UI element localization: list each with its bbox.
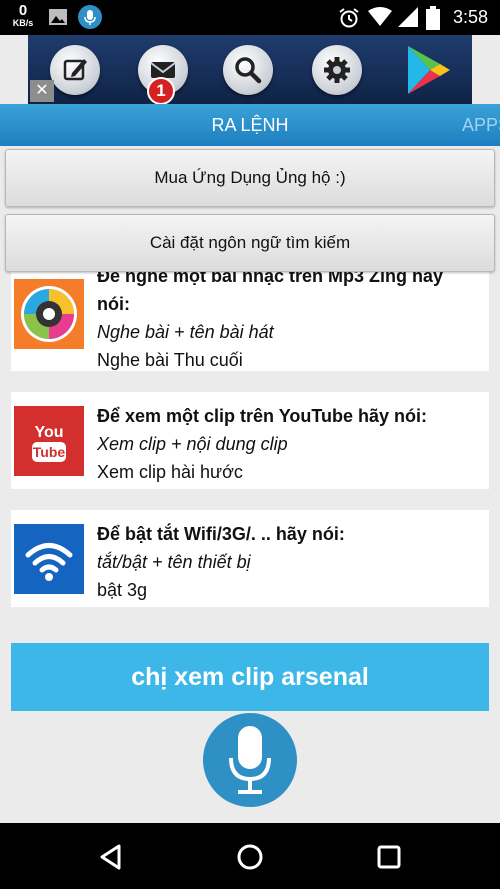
notification-badge: 1 xyxy=(147,77,175,105)
card-title-cont: nói: xyxy=(97,294,130,314)
zing-mp3-card: Để nghe một bài nhạc trên Mp3 Zing hãy n… xyxy=(11,265,489,371)
tab-commands[interactable]: RA LỆNH xyxy=(0,104,500,146)
card-example: Xem clip hài hước xyxy=(97,462,243,482)
zing-mp3-card-text: Để nghe một bài nhạc trên Mp3 Zing hãy n… xyxy=(97,265,477,371)
wifi-card: Để bật tắt Wifi/3G/. .. hãy nói: tắt/bật… xyxy=(11,510,489,607)
microphone-icon xyxy=(229,726,271,794)
gear-icon xyxy=(324,57,350,83)
tab-bar: RA LỆNH APPS xyxy=(0,104,500,146)
search-language-button[interactable]: Cài đặt ngôn ngữ tìm kiếm xyxy=(5,214,495,272)
zing-mp3-icon xyxy=(14,279,84,349)
youtube-icon: You Tube xyxy=(14,406,84,476)
card-pattern: Nghe bài + tên bài hát xyxy=(97,322,274,342)
search-icon xyxy=(235,57,262,84)
play-store-icon[interactable] xyxy=(402,44,456,96)
svg-text:You: You xyxy=(34,424,63,441)
back-icon[interactable] xyxy=(97,843,125,871)
ad-area: 1 ✕ xyxy=(0,35,500,105)
network-speed-value: 0 xyxy=(18,2,28,19)
ad-close-button[interactable]: ✕ xyxy=(30,80,54,102)
alarm-icon xyxy=(339,8,359,28)
voice-search-status-icon xyxy=(78,5,102,29)
mic-button[interactable] xyxy=(203,713,297,807)
wifi-icon xyxy=(14,524,84,594)
network-speed-unit: KB/s xyxy=(12,18,34,28)
card-title: Để xem một clip trên YouTube hãy nói: xyxy=(97,406,428,426)
recognized-command: chị xem clip arsenal xyxy=(11,643,489,711)
card-example: bật 3g xyxy=(97,580,148,600)
card-example: Nghe bài Thu cuối xyxy=(97,350,243,370)
home-icon[interactable] xyxy=(236,843,264,871)
gallery-icon xyxy=(49,9,67,25)
status-bar: 0 KB/s 3:58 xyxy=(0,0,500,35)
card-title: Để bật tắt Wifi/3G/. .. hãy nói: xyxy=(97,524,345,544)
card-pattern: Xem clip + nội dung clip xyxy=(97,434,288,454)
buy-app-button[interactable]: Mua Ứng Dụng Ủng hộ :) xyxy=(5,149,495,207)
network-speed: 0 KB/s xyxy=(8,3,38,28)
ad-search-button[interactable] xyxy=(223,45,273,95)
ad-settings-button[interactable] xyxy=(312,45,362,95)
tab-apps[interactable]: APPS xyxy=(462,104,500,146)
cell-signal-icon xyxy=(398,7,418,27)
clock: 3:58 xyxy=(452,7,488,27)
youtube-card-text: Để xem một clip trên YouTube hãy nói: Xe… xyxy=(97,402,477,486)
battery-icon xyxy=(426,6,440,30)
ad-banner[interactable]: 1 xyxy=(28,35,472,105)
recents-icon[interactable] xyxy=(375,843,403,871)
wifi-signal-icon xyxy=(368,7,392,26)
compose-icon xyxy=(63,59,87,81)
navigation-bar xyxy=(0,823,500,889)
svg-text:Tube: Tube xyxy=(33,444,66,460)
youtube-card: You Tube Để xem một clip trên YouTube hã… xyxy=(11,392,489,489)
wifi-card-text: Để bật tắt Wifi/3G/. .. hãy nói: tắt/bật… xyxy=(97,520,477,604)
card-pattern: tắt/bật + tên thiết bị xyxy=(97,552,251,572)
ad-compose-button[interactable] xyxy=(50,45,100,95)
